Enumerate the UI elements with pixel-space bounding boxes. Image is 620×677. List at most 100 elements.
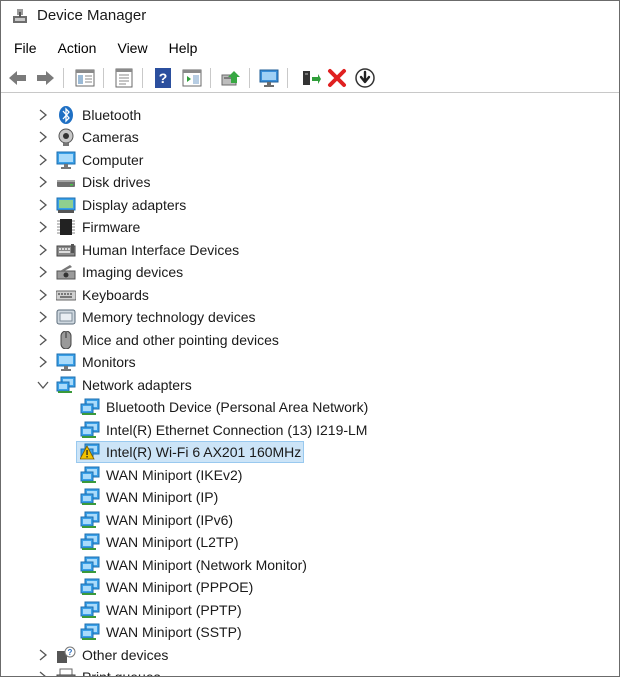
- tree-child-wan-network-monitor[interactable]: WAN Miniport (Network Monitor): [1, 554, 619, 576]
- tree-child-wan-sstp[interactable]: WAN Miniport (SSTP): [1, 621, 619, 643]
- network-adapter-warning-icon: [80, 443, 100, 460]
- network-adapter-icon: [80, 556, 100, 573]
- tree-item-firmware[interactable]: Firmware: [1, 216, 619, 238]
- tree-item-other-devices[interactable]: ? Other devices: [1, 644, 619, 666]
- imaging-device-icon: [56, 265, 76, 280]
- properties-icon[interactable]: [113, 67, 135, 89]
- toolbar-separator: [249, 68, 250, 88]
- tree-item-disk-drives[interactable]: Disk drives: [1, 171, 619, 193]
- tree-item-label: Print queues: [82, 669, 161, 677]
- tree-item-label: Human Interface Devices: [82, 242, 240, 258]
- tree-item-label: Mice and other pointing devices: [82, 332, 279, 348]
- chevron-right-icon[interactable]: [37, 310, 49, 324]
- memory-device-icon: [56, 309, 76, 325]
- chevron-right-icon[interactable]: [37, 175, 49, 189]
- menu-help[interactable]: Help: [169, 37, 198, 61]
- tree-item-monitors[interactable]: Monitors: [1, 351, 619, 373]
- tree-item-label: Intel(R) Ethernet Connection (13) I219-L…: [106, 422, 368, 438]
- tree-item-display-adapters[interactable]: Display adapters: [1, 194, 619, 216]
- chevron-right-icon[interactable]: [37, 130, 49, 144]
- chevron-right-icon[interactable]: [37, 243, 49, 257]
- tree-item-label: WAN Miniport (PPPOE): [106, 579, 254, 595]
- device-tree[interactable]: Bluetooth Cameras Computer Disk drives D…: [1, 94, 619, 677]
- chevron-right-icon[interactable]: [37, 648, 49, 662]
- tree-item-bluetooth[interactable]: Bluetooth: [1, 104, 619, 126]
- tree-item-memory-technology-devices[interactable]: Memory technology devices: [1, 306, 619, 328]
- tree-item-label: Memory technology devices: [82, 309, 256, 325]
- toolbar-separator: [142, 68, 143, 88]
- menu-bar: File Action View Help: [1, 37, 619, 61]
- network-adapter-icon: [56, 376, 76, 393]
- menu-action[interactable]: Action: [58, 37, 97, 61]
- tree-item-imaging-devices[interactable]: Imaging devices: [1, 261, 619, 283]
- add-legacy-hardware-icon[interactable]: [299, 67, 321, 89]
- chevron-right-icon[interactable]: [37, 153, 49, 167]
- tree-item-label: Monitors: [82, 354, 136, 370]
- tree-item-network-adapters[interactable]: Network adapters: [1, 374, 619, 396]
- chevron-right-icon[interactable]: [37, 265, 49, 279]
- tree-child-wan-l2tp[interactable]: WAN Miniport (L2TP): [1, 531, 619, 553]
- chevron-down-icon[interactable]: [37, 378, 49, 392]
- disk-drive-icon: [57, 180, 75, 187]
- tree-item-label: Intel(R) Wi-Fi 6 AX201 160MHz: [106, 444, 302, 460]
- tree-item-label: Firmware: [82, 219, 141, 235]
- tree-child-wan-pptp[interactable]: WAN Miniport (PPTP): [1, 599, 619, 621]
- tree-item-label: WAN Miniport (IKEv2): [106, 467, 243, 483]
- chevron-right-icon[interactable]: [37, 355, 49, 369]
- camera-icon: [58, 128, 74, 146]
- help-icon[interactable]: ?: [152, 67, 174, 89]
- tree-item-label: Cameras: [82, 129, 139, 145]
- tree-child-intel-wifi[interactable]: Intel(R) Wi-Fi 6 AX201 160MHz: [1, 441, 619, 463]
- forward-arrow-icon[interactable]: [34, 67, 56, 89]
- tree-child-bluetooth-pan[interactable]: Bluetooth Device (Personal Area Network): [1, 396, 619, 418]
- uninstall-device-icon[interactable]: [326, 67, 348, 89]
- tree-item-label: Bluetooth Device (Personal Area Network): [106, 399, 369, 415]
- computer-icon: [56, 151, 76, 169]
- tree-item-label: WAN Miniport (PPTP): [106, 602, 242, 618]
- tree-item-keyboards[interactable]: Keyboards: [1, 284, 619, 306]
- toolbar-separator: [63, 68, 64, 88]
- mouse-icon: [60, 331, 72, 349]
- tree-child-wan-ikev2[interactable]: WAN Miniport (IKEv2): [1, 464, 619, 486]
- toolbar-separator: [210, 68, 211, 88]
- tree-child-intel-ethernet[interactable]: Intel(R) Ethernet Connection (13) I219-L…: [1, 419, 619, 441]
- action-pane-icon[interactable]: [181, 67, 203, 89]
- chevron-right-icon[interactable]: [37, 198, 49, 212]
- tree-child-wan-ipv6[interactable]: WAN Miniport (IPv6): [1, 509, 619, 531]
- chevron-right-icon[interactable]: [37, 670, 49, 677]
- tree-item-cameras[interactable]: Cameras: [1, 126, 619, 148]
- menu-view[interactable]: View: [117, 37, 147, 61]
- menu-file[interactable]: File: [14, 37, 37, 61]
- update-driver-icon[interactable]: [220, 67, 242, 89]
- printer-icon: [56, 668, 76, 676]
- tree-item-print-queues[interactable]: Print queues: [1, 666, 619, 677]
- tree-item-mice-and-other-pointing-devices[interactable]: Mice and other pointing devices: [1, 329, 619, 351]
- toolbar-separator: [103, 68, 104, 88]
- tree-item-label: Display adapters: [82, 197, 187, 213]
- scan-hardware-icon[interactable]: [258, 67, 280, 89]
- tree-item-human-interface-devices[interactable]: Human Interface Devices: [1, 239, 619, 261]
- tree-item-label: Imaging devices: [82, 264, 184, 280]
- chevron-right-icon[interactable]: [37, 288, 49, 302]
- tree-child-wan-ip[interactable]: WAN Miniport (IP): [1, 486, 619, 508]
- tree-item-computer[interactable]: Computer: [1, 149, 619, 171]
- show-hide-console-tree-icon[interactable]: [74, 67, 96, 89]
- title-bar[interactable]: Device Manager: [1, 1, 619, 33]
- tree-item-label: WAN Miniport (L2TP): [106, 534, 239, 550]
- display-adapter-icon: [56, 197, 76, 213]
- network-adapter-icon: [80, 421, 100, 438]
- back-arrow-icon[interactable]: [7, 67, 29, 89]
- chevron-right-icon[interactable]: [37, 108, 49, 122]
- disable-device-icon[interactable]: [354, 67, 376, 89]
- network-adapter-icon: [80, 578, 100, 595]
- tree-item-label: Bluetooth: [82, 107, 142, 123]
- firmware-icon: [57, 219, 75, 235]
- tree-item-label: Keyboards: [82, 287, 149, 303]
- device-manager-window: Device Manager File Action View Help ? B…: [0, 0, 620, 677]
- tree-item-label: Computer: [82, 152, 144, 168]
- tree-child-wan-pppoe[interactable]: WAN Miniport (PPPOE): [1, 576, 619, 598]
- chevron-right-icon[interactable]: [37, 220, 49, 234]
- chevron-right-icon[interactable]: [37, 333, 49, 347]
- tree-item-label: WAN Miniport (SSTP): [106, 624, 242, 640]
- keyboard-icon: [56, 290, 76, 301]
